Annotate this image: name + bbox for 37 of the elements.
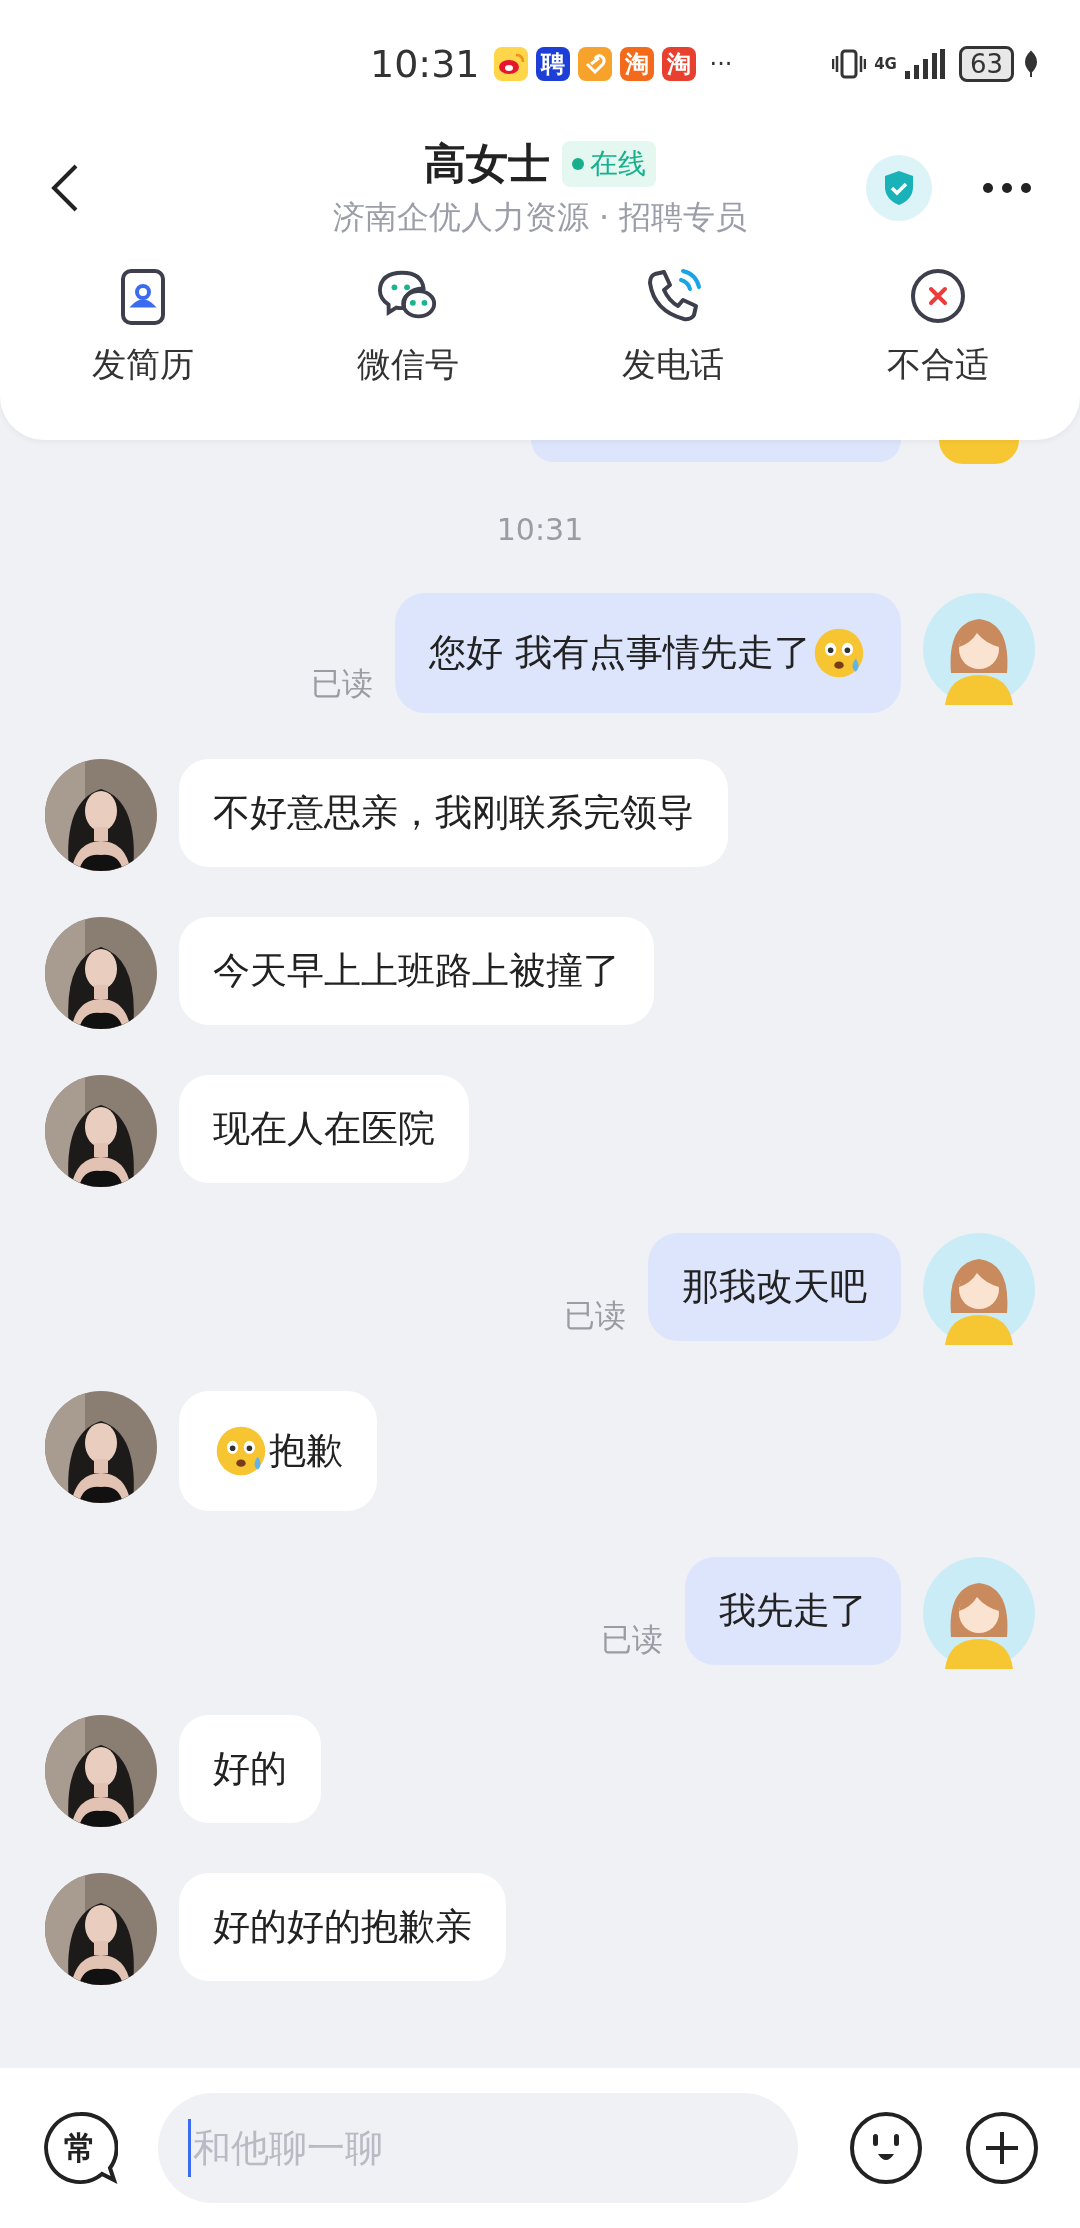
message-time: 10:31 — [496, 512, 584, 547]
read-receipt: 已读 — [601, 1620, 663, 1659]
contact-name: 高女士 — [424, 138, 550, 190]
network-type: 4G — [874, 55, 897, 73]
status-time: 10:31 — [370, 42, 480, 86]
message-text: 您好 我有点事情先走了 — [429, 630, 811, 676]
leaf-icon — [1022, 50, 1040, 78]
message-text: 今天早上上班路上被撞了 — [213, 948, 620, 994]
app-notification-icon: 聘 — [535, 47, 570, 81]
signal-icon — [904, 49, 945, 79]
action-button[interactable]: 不合适 — [805, 266, 1070, 388]
vibrate-icon — [832, 49, 867, 79]
emoji-icon[interactable] — [848, 2110, 924, 2186]
message-text: 现在人在医院 — [213, 1106, 435, 1152]
message-text: 那我改天吧 — [682, 1264, 867, 1310]
back-icon[interactable] — [50, 163, 80, 213]
online-badge: 在线 — [562, 141, 656, 187]
more-notifications: ··· — [709, 50, 733, 78]
weibo-notification-icon — [493, 47, 528, 81]
message-text: 好的好的抱歉亲 — [213, 1904, 472, 1950]
read-receipt: 已读 — [564, 1296, 626, 1335]
read-receipt: 已读 — [311, 664, 374, 703]
app-notification-icon: 淘 — [619, 47, 654, 81]
action-button[interactable]: 发简历 — [10, 266, 275, 388]
shield-check-icon[interactable] — [866, 155, 932, 221]
add-icon[interactable] — [964, 2110, 1040, 2186]
action-button[interactable]: 微信号 — [275, 266, 540, 388]
message-text: 我先走了 — [719, 1588, 867, 1634]
message-text: 不好意思亲，我刚联系完领导 — [213, 790, 694, 836]
message-text: 好的 — [213, 1746, 287, 1792]
message-text: 抱歉 — [269, 1428, 343, 1474]
more-icon[interactable] — [982, 182, 1032, 194]
action-button[interactable]: 发电话 — [540, 266, 805, 388]
common-phrases-icon[interactable]: 常 — [42, 2110, 118, 2186]
contact-company: 济南企优人力资源 · 招聘专员 — [332, 197, 748, 238]
battery-level: 63 — [958, 46, 1014, 82]
app-notification-icon: 淘 — [661, 47, 696, 81]
